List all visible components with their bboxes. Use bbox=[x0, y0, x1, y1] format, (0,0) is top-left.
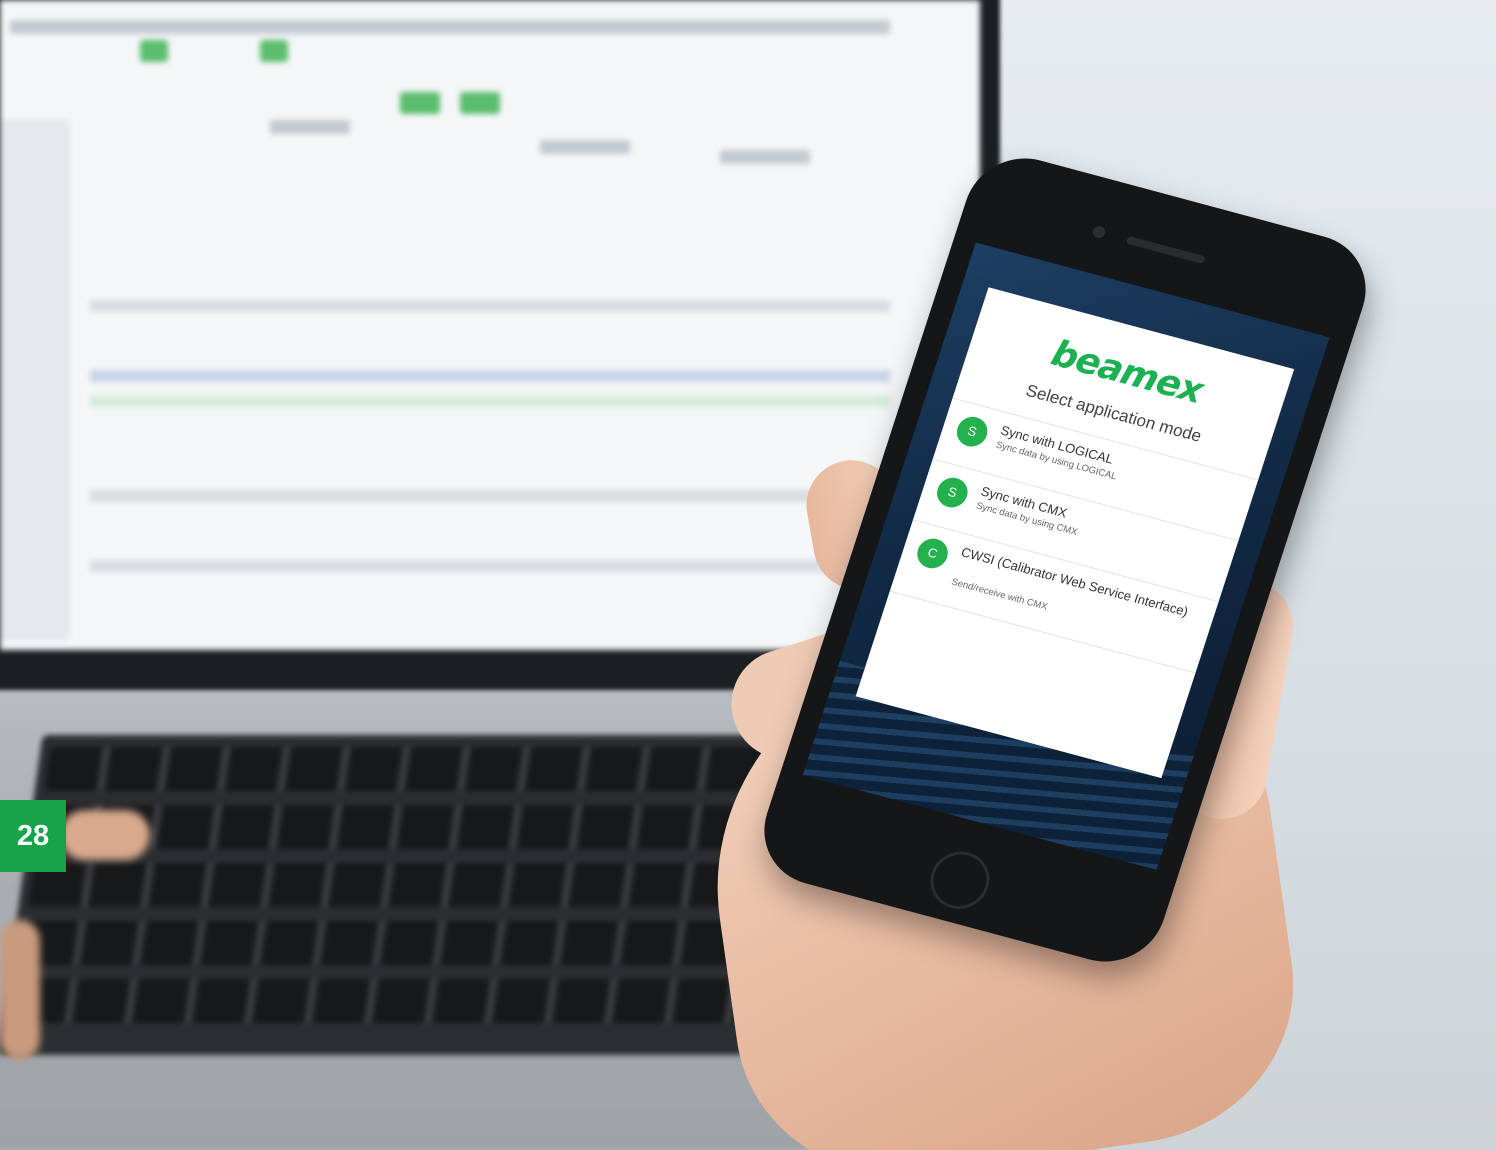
laptop-toolbar bbox=[10, 20, 890, 34]
laptop-toolbar-icon bbox=[140, 40, 168, 62]
app-mode-dialog: beamex Select application mode S Sync wi… bbox=[855, 287, 1295, 779]
option-badge: S bbox=[933, 474, 972, 511]
typing-finger bbox=[60, 810, 150, 860]
keyboard-row bbox=[28, 863, 835, 907]
laptop-text-block bbox=[270, 120, 350, 134]
photo-scene: beamex Select application mode S Sync wi… bbox=[0, 0, 1496, 1150]
laptop-toolbar-icon bbox=[260, 40, 288, 62]
option-badge: C bbox=[913, 535, 952, 572]
keyboard-row bbox=[44, 747, 851, 791]
laptop-sidebar bbox=[0, 120, 70, 640]
left-hand bbox=[0, 920, 40, 1060]
laptop-table-row bbox=[90, 490, 890, 502]
keyboard-row bbox=[12, 979, 819, 1023]
option-badge: S bbox=[952, 413, 992, 450]
home-button bbox=[922, 845, 997, 916]
laptop-toolbar-icon bbox=[460, 92, 500, 114]
camera-icon bbox=[1091, 224, 1107, 240]
laptop-text-block bbox=[720, 150, 810, 164]
laptop-toolbar-icon bbox=[400, 92, 440, 114]
laptop-text-block bbox=[540, 140, 630, 154]
laptop-table-row bbox=[90, 395, 890, 407]
page-number-badge: 28 bbox=[0, 800, 66, 872]
option-subtitle: Send/receive with CMX bbox=[950, 576, 1049, 613]
laptop-table-row bbox=[90, 370, 890, 382]
keyboard-row bbox=[20, 921, 827, 965]
laptop-table-row bbox=[90, 560, 890, 572]
laptop-table-row bbox=[90, 300, 890, 312]
speaker-grille bbox=[1125, 235, 1206, 265]
